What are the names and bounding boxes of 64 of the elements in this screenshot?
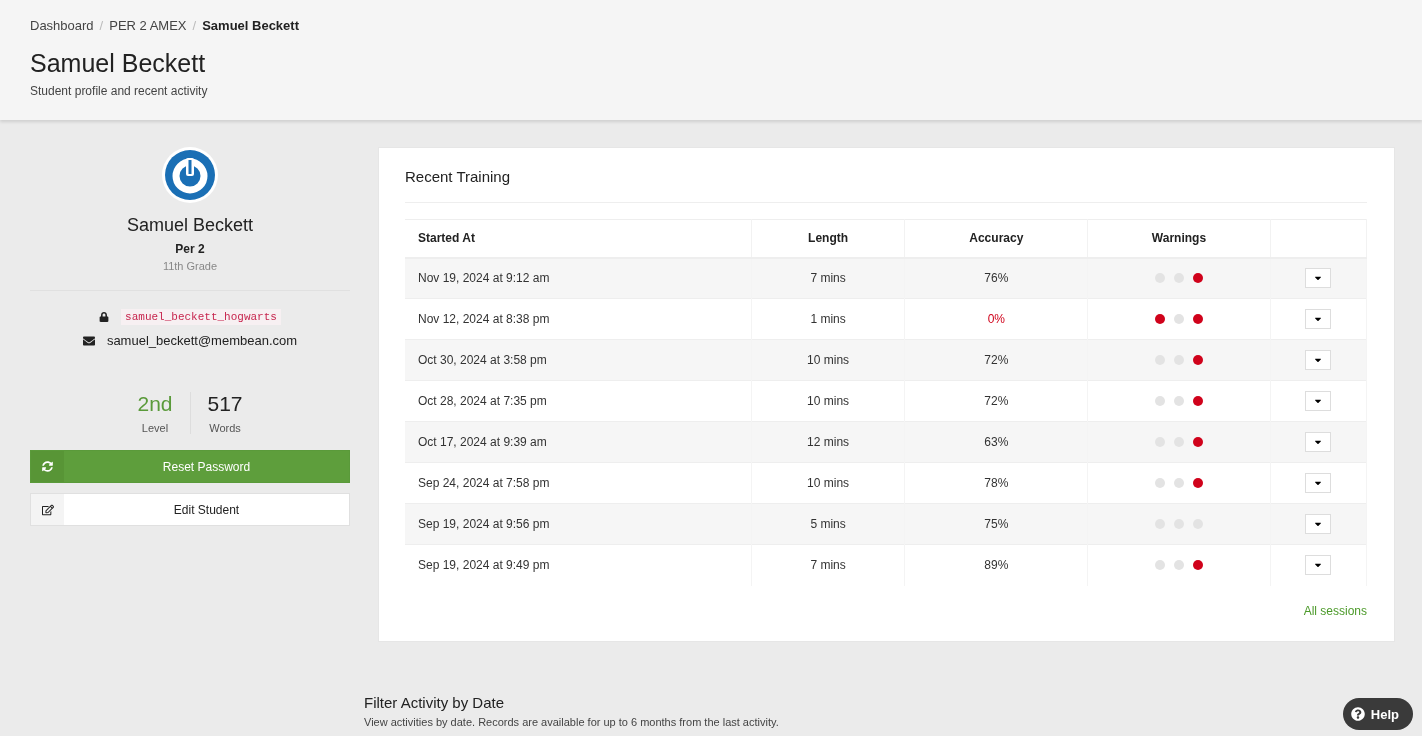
section-description: View activities by date. Records are available for up to 6 months from the last activity. [364,716,779,728]
page-subtitle: Student profile and recent activity [30,84,209,98]
breadcrumb-link[interactable]: Samuel Beckett [202,18,299,33]
table-cell: 72% [904,339,1088,381]
table-cell: Sep 24, 2024 at 7:58 pm [405,462,752,504]
table-cell: Oct 17, 2024 at 9:39 am [405,421,752,463]
table-cell: 75% [904,503,1088,545]
column-header: Length [751,219,905,258]
table-cell: 0% [904,298,1088,340]
dropdown-button[interactable] [1305,350,1332,370]
refresh-icon [42,461,53,472]
username: samuel_beckett_hogwarts [121,309,281,325]
table-cell: Oct 30, 2024 at 3:58 pm [405,339,752,381]
table-cell: Oct 28, 2024 at 7:35 pm [405,380,752,422]
avatar-icon [162,147,218,203]
help-button[interactable]: Help [1342,698,1413,730]
table-cell: 10 mins [751,462,905,504]
stat-label: Level [141,422,169,434]
section-title: Filter Activity by Date [364,694,505,711]
table-cell: 76% [904,257,1088,299]
card-title: Recent Training [405,168,1367,203]
breadcrumb-separator: / [99,18,104,33]
table-cell: 10 mins [751,380,905,422]
email: samuel_beckett@membean.com [106,333,298,348]
table-cell: 1 mins [751,298,905,340]
breadcrumb-separator: / [192,18,197,33]
table-cell: Nov 12, 2024 at 8:38 pm [405,298,752,340]
page-title: Samuel Beckett [30,49,207,78]
stat-value: 2nd [137,392,173,416]
edit-icon [41,503,54,516]
table-cell: 7 mins [751,257,905,299]
stat-label: Words [209,422,241,434]
envelope-icon [82,334,95,347]
column-header: Started At [405,219,752,258]
all-sessions-link[interactable]: All sessions [405,603,1367,618]
table-cell: 12 mins [751,421,905,463]
help-icon [1350,707,1365,721]
table-cell: 63% [904,421,1088,463]
breadcrumb-link[interactable]: Dashboard [30,18,94,33]
breadcrumb-link[interactable]: PER 2 AMEX [109,18,187,33]
dropdown-button[interactable] [1305,514,1332,534]
table-cell: 7 mins [751,544,905,586]
column-header: Accuracy [904,219,1088,258]
dropdown-button[interactable] [1305,473,1332,493]
student-name: Samuel Beckett [126,215,254,236]
student-class: Per 2 [175,242,205,256]
dropdown-button[interactable] [1305,555,1332,576]
table-cell: 10 mins [751,339,905,381]
table-cell: 78% [904,462,1088,504]
student-grade: 11th Grade [162,260,218,272]
edit-student-button[interactable]: Edit Student [30,493,350,526]
lock-icon [99,312,110,322]
dropdown-button[interactable] [1305,391,1332,411]
column-header: Warnings [1087,219,1271,258]
stat-value: 517 [207,392,243,416]
table-cell: Nov 19, 2024 at 9:12 am [405,257,752,299]
dropdown-button[interactable] [1305,268,1332,289]
table-cell: 72% [904,380,1088,422]
dropdown-button[interactable] [1305,309,1332,329]
table-cell: Sep 19, 2024 at 9:49 pm [405,544,752,586]
table-cell: Sep 19, 2024 at 9:56 pm [405,503,752,545]
table-cell: 5 mins [751,503,905,545]
dropdown-button[interactable] [1305,432,1332,452]
table-cell: 89% [904,544,1088,586]
